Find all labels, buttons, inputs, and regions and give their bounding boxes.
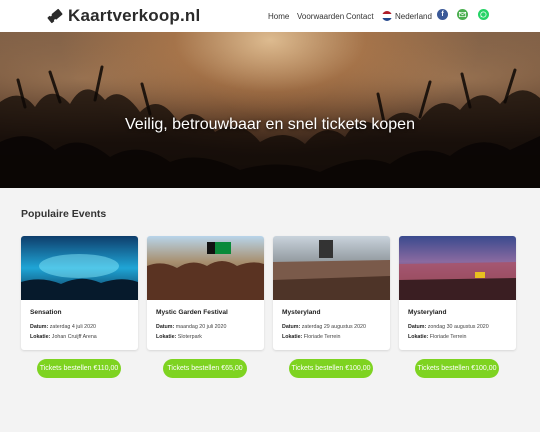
section-title: Populaire Events bbox=[21, 208, 107, 220]
event-image bbox=[399, 236, 516, 300]
language-label: Nederland bbox=[395, 11, 432, 21]
netherlands-flag-icon bbox=[382, 11, 392, 21]
site-logo[interactable]: Kaartverkoop.nl bbox=[46, 5, 200, 27]
order-tickets-button[interactable]: Tickets bestellen €100,00 bbox=[415, 359, 499, 378]
hero-title: Veilig, betrouwbaar en snel tickets kope… bbox=[125, 116, 415, 133]
nav-home-link[interactable]: Home bbox=[268, 12, 289, 21]
event-card[interactable]: Sensation Datum: zaterdag 4 juli 2020 Lo… bbox=[21, 236, 138, 350]
crowd-silhouette bbox=[0, 65, 540, 188]
event-location: Lokatie: Sloterpark bbox=[156, 334, 202, 340]
event-image bbox=[21, 236, 138, 300]
event-image bbox=[147, 236, 264, 300]
event-name: Mysteryland bbox=[408, 309, 447, 316]
whatsapp-icon[interactable] bbox=[478, 9, 489, 20]
event-name: Mystic Garden Festival bbox=[156, 309, 228, 316]
logo-text: Kaartverkoop.nl bbox=[68, 6, 201, 25]
nav-voorwaarden-link[interactable]: Voorwaarden bbox=[297, 12, 344, 21]
event-card[interactable]: Mystic Garden Festival Datum: maandag 20… bbox=[147, 236, 264, 350]
event-location: Lokatie: Floriade Terrein bbox=[408, 334, 467, 340]
hero-banner: Veilig, betrouwbaar en snel tickets kope… bbox=[0, 32, 540, 188]
event-name: Sensation bbox=[30, 309, 62, 316]
language-selector[interactable]: Nederland bbox=[382, 0, 432, 32]
site-header: Kaartverkoop.nl Home Voorwaarden Contact… bbox=[0, 0, 540, 32]
event-location: Lokatie: Johan Cruijff Arena bbox=[30, 334, 97, 340]
order-tickets-button[interactable]: Tickets bestellen €65,00 bbox=[163, 359, 247, 378]
event-image bbox=[273, 236, 390, 300]
facebook-icon[interactable]: f bbox=[437, 9, 448, 20]
event-card[interactable]: Mysteryland Datum: zondag 30 augustus 20… bbox=[399, 236, 516, 350]
ticket-icon bbox=[47, 8, 63, 24]
event-date: Datum: zaterdag 29 augustus 2020 bbox=[282, 324, 366, 330]
event-name: Mysteryland bbox=[282, 309, 321, 316]
mail-icon[interactable] bbox=[457, 9, 468, 20]
nav-contact-link[interactable]: Contact bbox=[346, 12, 374, 21]
event-date: Datum: zondag 30 augustus 2020 bbox=[408, 324, 489, 330]
event-date: Datum: zaterdag 4 juli 2020 bbox=[30, 324, 96, 330]
order-tickets-button[interactable]: Tickets bestellen €100,00 bbox=[289, 359, 373, 378]
order-tickets-button[interactable]: Tickets bestellen €110,00 bbox=[37, 359, 121, 378]
event-date: Datum: maandag 20 juli 2020 bbox=[156, 324, 227, 330]
event-card[interactable]: Mysteryland Datum: zaterdag 29 augustus … bbox=[273, 236, 390, 350]
event-location: Lokatie: Floriade Terrein bbox=[282, 334, 341, 340]
